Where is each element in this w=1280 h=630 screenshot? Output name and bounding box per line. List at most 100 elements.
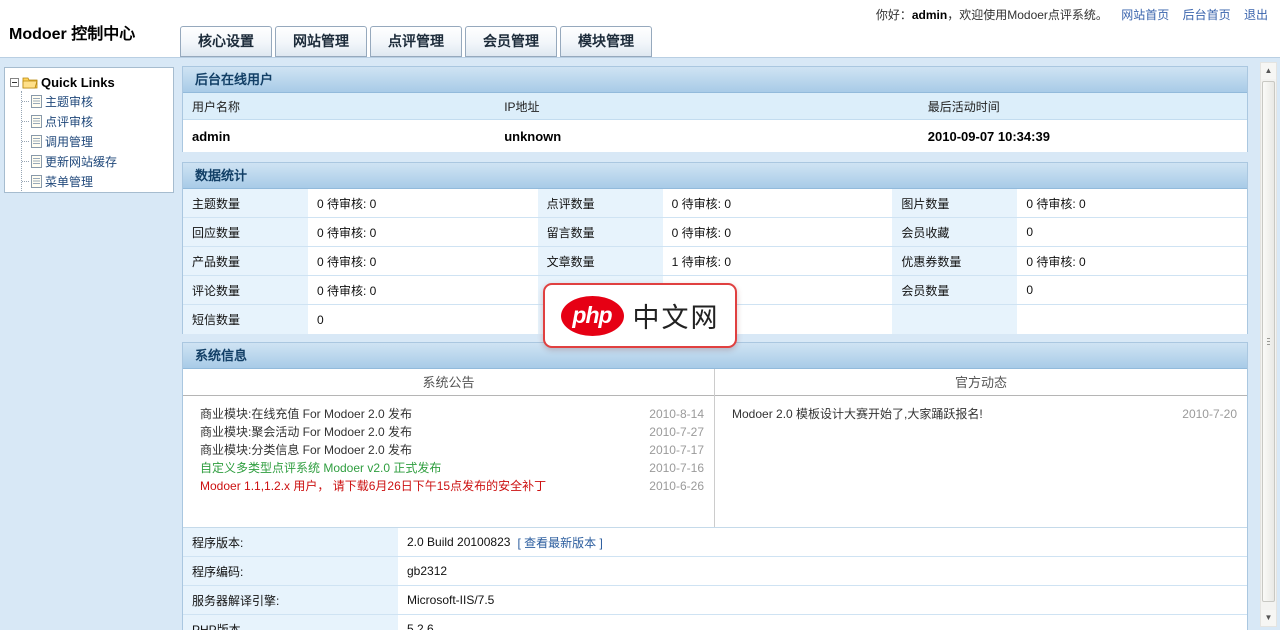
sidebar-item-label: 主题审核 xyxy=(45,93,93,110)
announcement-text: 商业模块:分类信息 For Modoer 2.0 发布 xyxy=(200,441,636,459)
statistics-title: 数据统计 xyxy=(183,163,1247,189)
cell-last-active: 2010-09-07 10:34:39 xyxy=(928,129,1247,144)
sidebar-item-label: 调用管理 xyxy=(45,133,93,150)
list-item[interactable]: Modoer 1.1,1.2.x 用户， 请下载6月26日下午15点发布的安全补… xyxy=(183,477,714,495)
stat-value: 0 xyxy=(1017,276,1247,304)
stats-row: 回应数量 0 待审核: 0 留言数量 0 待审核: 0 会员收藏 0 xyxy=(183,218,1247,247)
document-icon xyxy=(31,115,42,128)
official-news-list: Modoer 2.0 模板设计大赛开始了,大家踊跃报名! 2010-7-20 xyxy=(715,396,1247,423)
tree-collapse-icon[interactable] xyxy=(10,78,19,87)
info-label: 程序编码: xyxy=(183,557,398,585)
tab-core-settings[interactable]: 核心设置 xyxy=(180,26,272,57)
online-users-header-row: 用户名称 IP地址 最后活动时间 xyxy=(183,93,1247,120)
table-row: PHP版本 5.2.6 xyxy=(183,615,1247,630)
info-label: 服务器解译引擎: xyxy=(183,586,398,614)
link-logout[interactable]: 退出 xyxy=(1244,8,1268,22)
stat-value: 0 待审核: 0 xyxy=(308,247,538,275)
greeting-suffix: ，欢迎使用Modoer点评系统。 xyxy=(947,8,1108,22)
quick-links-panel: Quick Links 主题审核 点评审核 调用管理 更新网站缓存 菜单管理 xyxy=(4,67,174,193)
user-greeting: 你好：admin，欢迎使用Modoer点评系统。 网站首页 后台首页 退出 xyxy=(876,6,1268,23)
stat-label: 优惠券数量 xyxy=(892,247,1017,275)
stats-row: 产品数量 0 待审核: 0 文章数量 1 待审核: 0 优惠券数量 0 待审核:… xyxy=(183,247,1247,276)
col-last-active: 最后活动时间 xyxy=(928,98,1247,115)
link-admin-home[interactable]: 后台首页 xyxy=(1183,8,1231,22)
tab-review-management[interactable]: 点评管理 xyxy=(370,26,462,57)
system-info-columns: 系统公告 商业模块:在线充值 For Modoer 2.0 发布 2010-8-… xyxy=(183,369,1247,527)
check-latest-version-link[interactable]: [ 查看最新版本 ] xyxy=(517,534,602,551)
stat-label: 留言数量 xyxy=(538,218,663,246)
table-row: 服务器解译引擎: Microsoft-IIS/7.5 xyxy=(183,586,1247,615)
news-text: Modoer 2.0 模板设计大赛开始了,大家踊跃报名! xyxy=(732,405,1169,423)
sidebar-item-menu-management[interactable]: 菜单管理 xyxy=(22,171,169,191)
scroll-up-button[interactable]: ▲ xyxy=(1261,63,1276,79)
announcements-column: 系统公告 商业模块:在线充值 For Modoer 2.0 发布 2010-8-… xyxy=(183,369,715,527)
col-username: 用户名称 xyxy=(183,98,502,115)
sidebar-item-review-audit[interactable]: 点评审核 xyxy=(22,111,169,131)
system-info-section: 系统信息 系统公告 商业模块:在线充值 For Modoer 2.0 发布 20… xyxy=(182,342,1248,630)
info-value: 2.0 Build 20100823 [ 查看最新版本 ] xyxy=(398,528,1247,556)
stat-label: 文章数量 xyxy=(538,247,663,275)
official-news-column: 官方动态 Modoer 2.0 模板设计大赛开始了,大家踊跃报名! 2010-7… xyxy=(715,369,1247,527)
tab-member-management[interactable]: 会员管理 xyxy=(465,26,557,57)
quick-links-list: 主题审核 点评审核 调用管理 更新网站缓存 菜单管理 xyxy=(21,91,169,191)
watermark-brand-text: 中文网 xyxy=(633,296,720,335)
list-item[interactable]: 商业模块:分类信息 For Modoer 2.0 发布 2010-7-17 xyxy=(183,441,714,459)
sidebar-item-label: 点评审核 xyxy=(45,113,93,130)
scrollbar-thumb[interactable] xyxy=(1262,81,1275,602)
username: admin xyxy=(912,8,947,22)
document-icon xyxy=(31,155,42,168)
list-item[interactable]: 自定义多类型点评系统 Modoer v2.0 正式发布 2010-7-16 xyxy=(183,459,714,477)
announcement-text: 商业模块:聚会活动 For Modoer 2.0 发布 xyxy=(200,423,636,441)
stat-value: 0 待审核: 0 xyxy=(308,189,538,217)
announcement-text: 商业模块:在线充值 For Modoer 2.0 发布 xyxy=(200,405,636,423)
php-logo-icon: php xyxy=(561,296,624,336)
announcement-date: 2010-8-14 xyxy=(636,405,704,423)
list-item[interactable]: Modoer 2.0 模板设计大赛开始了,大家踊跃报名! 2010-7-20 xyxy=(715,405,1247,423)
stat-label: 主题数量 xyxy=(183,189,308,217)
top-header: Modoer 控制中心 你好：admin，欢迎使用Modoer点评系统。 网站首… xyxy=(0,0,1280,57)
stat-label: 评论数量 xyxy=(183,276,308,304)
announcement-date: 2010-7-17 xyxy=(636,441,704,459)
sidebar-item-update-cache[interactable]: 更新网站缓存 xyxy=(22,151,169,171)
sidebar-item-call-management[interactable]: 调用管理 xyxy=(22,131,169,151)
announcement-text: Modoer 1.1,1.2.x 用户， 请下载6月26日下午15点发布的安全补… xyxy=(200,477,636,495)
document-icon xyxy=(31,135,42,148)
stat-label: 回应数量 xyxy=(183,218,308,246)
announcement-date: 2010-6-26 xyxy=(636,477,704,495)
greeting-prefix: 你好： xyxy=(876,8,912,22)
stat-value: 0 待审核: 0 xyxy=(663,218,893,246)
quick-links-root[interactable]: Quick Links xyxy=(10,75,169,90)
sidebar-item-label: 更新网站缓存 xyxy=(45,153,117,170)
php-cn-watermark: php 中文网 xyxy=(543,283,737,348)
table-row: admin unknown 2010-09-07 10:34:39 xyxy=(183,120,1247,152)
vertical-scrollbar[interactable]: ▲ ▼ xyxy=(1260,62,1277,627)
scroll-down-button[interactable]: ▼ xyxy=(1261,610,1276,626)
info-value: 5.2.6 xyxy=(398,615,1247,630)
php-version: 5.2.6 xyxy=(407,622,434,630)
sidebar-item-topic-review[interactable]: 主题审核 xyxy=(22,91,169,111)
folder-icon xyxy=(22,76,38,89)
document-icon xyxy=(31,175,42,188)
list-item[interactable]: 商业模块:在线充值 For Modoer 2.0 发布 2010-8-14 xyxy=(183,405,714,423)
stat-label: 图片数量 xyxy=(892,189,1017,217)
info-value: gb2312 xyxy=(398,557,1247,585)
announcements-list: 商业模块:在线充值 For Modoer 2.0 发布 2010-8-14 商业… xyxy=(183,396,714,495)
program-version: 2.0 Build 20100823 xyxy=(407,535,510,549)
scrollbar-grip-icon xyxy=(1267,338,1270,345)
server-engine: Microsoft-IIS/7.5 xyxy=(407,593,494,607)
stat-label: 会员数量 xyxy=(892,276,1017,304)
link-site-home[interactable]: 网站首页 xyxy=(1121,8,1169,22)
announcement-date: 2010-7-16 xyxy=(636,459,704,477)
stat-value: 0 xyxy=(308,305,538,334)
stat-value xyxy=(1017,305,1247,334)
tab-module-management[interactable]: 模块管理 xyxy=(560,26,652,57)
cell-username: admin xyxy=(183,129,502,144)
info-label: 程序版本: xyxy=(183,528,398,556)
stat-value: 0 待审核: 0 xyxy=(1017,189,1247,217)
list-item[interactable]: 商业模块:聚会活动 For Modoer 2.0 发布 2010-7-27 xyxy=(183,423,714,441)
official-news-header: 官方动态 xyxy=(715,369,1247,396)
program-encoding: gb2312 xyxy=(407,564,447,578)
tab-site-management[interactable]: 网站管理 xyxy=(275,26,367,57)
document-icon xyxy=(31,95,42,108)
stat-label: 点评数量 xyxy=(538,189,663,217)
